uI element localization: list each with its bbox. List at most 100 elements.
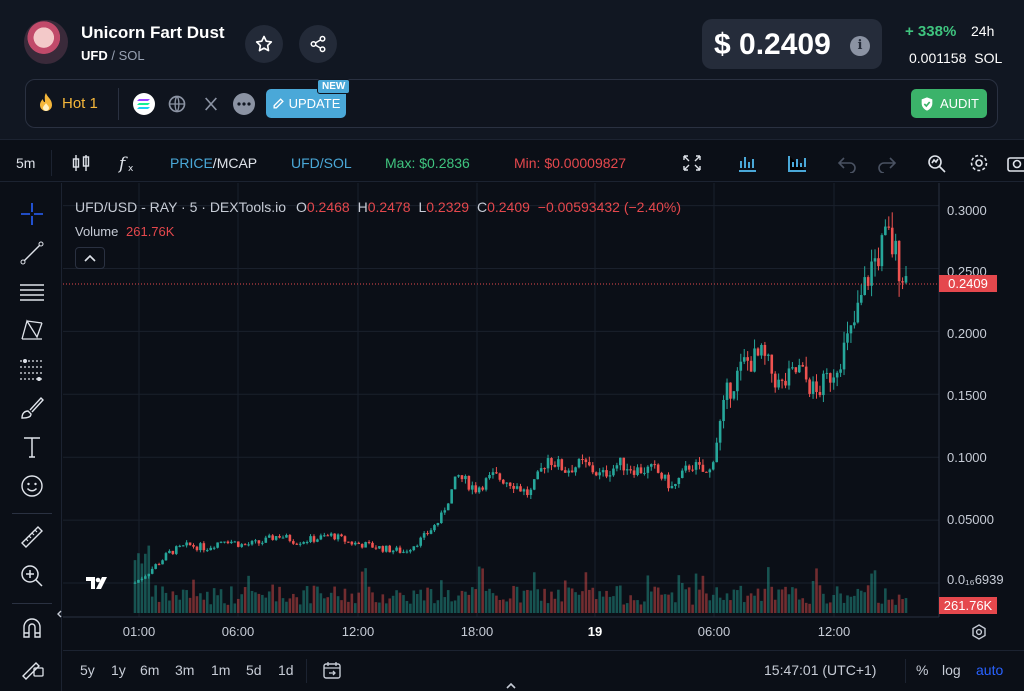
candle-body — [137, 579, 140, 583]
audit-button[interactable]: AUDIT — [911, 89, 987, 118]
fullscreen-icon[interactable] — [681, 153, 703, 173]
volume-bar — [822, 593, 825, 613]
candle-body — [271, 535, 274, 540]
candle-body — [746, 357, 749, 361]
brush-icon[interactable] — [19, 395, 45, 421]
pattern-tool-icon[interactable] — [19, 317, 45, 343]
candles-icon[interactable] — [70, 153, 92, 173]
candle-body — [515, 486, 519, 489]
star-icon — [255, 35, 273, 52]
lock-drawing-icon[interactable] — [19, 654, 45, 680]
info-icon[interactable]: i — [850, 36, 870, 56]
range-3m[interactable]: 3m — [175, 662, 194, 678]
chart-canvas[interactable] — [63, 183, 1024, 649]
text-tool-icon[interactable] — [19, 434, 45, 460]
volume-bar — [216, 595, 219, 613]
trend-line-icon[interactable] — [19, 240, 45, 266]
solana-link[interactable] — [133, 93, 155, 115]
candle-body — [801, 365, 805, 367]
scroll-left-icon[interactable] — [55, 609, 65, 619]
legend-open-label: O — [295, 199, 307, 215]
range-5y[interactable]: 5y — [80, 662, 95, 678]
screenshot-camera-icon[interactable] — [1006, 153, 1024, 173]
axis-settings-icon[interactable] — [970, 623, 988, 641]
clock-time[interactable]: 15:47:01 (UTC+1) — [764, 662, 876, 678]
volume-bar — [199, 593, 202, 613]
drawing-toolbar — [0, 183, 62, 691]
volume-bar — [150, 596, 154, 613]
interval-selector[interactable]: 5m — [16, 155, 35, 171]
range-1y[interactable]: 1y — [111, 662, 126, 678]
candle-body — [188, 542, 192, 546]
candle-body — [825, 373, 829, 375]
range-5d[interactable]: 5d — [246, 662, 262, 678]
pair-toggle[interactable]: UFD/SOL — [291, 155, 352, 171]
favorite-button[interactable] — [245, 25, 283, 63]
candle-body — [464, 475, 467, 480]
undo-icon[interactable] — [836, 153, 858, 173]
candle-body — [254, 540, 257, 542]
range-1m[interactable]: 1m — [211, 662, 230, 678]
alert-search-icon[interactable] — [926, 153, 948, 173]
website-link[interactable] — [166, 93, 188, 115]
magnet-icon[interactable] — [19, 615, 45, 641]
volume-bar — [302, 590, 305, 613]
candle-body — [715, 442, 718, 463]
volume-bar — [467, 594, 471, 613]
volume-bar — [574, 592, 577, 613]
volume-bar — [395, 590, 398, 613]
volume-bar — [185, 590, 188, 613]
ruler-icon[interactable] — [19, 524, 45, 550]
percent-scale-toggle[interactable]: % — [916, 662, 928, 678]
share-button[interactable] — [299, 25, 337, 63]
volume-bar — [371, 592, 374, 613]
buy-sell-markers-icon[interactable] — [736, 153, 758, 173]
redo-icon[interactable] — [876, 153, 898, 173]
volume-bar — [887, 599, 891, 613]
zoom-in-icon[interactable] — [19, 563, 45, 589]
collapse-legend-button[interactable] — [75, 247, 105, 269]
emoji-icon[interactable] — [19, 473, 45, 499]
candle-body — [343, 536, 347, 542]
candle-body — [305, 542, 309, 544]
more-links-button[interactable] — [233, 93, 255, 115]
trades-overlay-icon[interactable] — [786, 153, 808, 173]
candle-body — [185, 542, 188, 546]
hot-badge[interactable]: Hot 1 — [36, 92, 98, 114]
price-mcap-toggle[interactable]: PRICE/MCAP — [170, 155, 257, 171]
panel-expand-arrow-icon[interactable] — [505, 681, 517, 691]
candle-body — [849, 325, 853, 334]
volume-bar — [818, 585, 822, 613]
volume-bar — [691, 604, 694, 613]
price-chart[interactable]: UFD/USD - RAY · 5 · DEXTools.io O0.2468 … — [57, 183, 1024, 649]
toolbar-divider — [12, 603, 52, 604]
log-scale-toggle[interactable]: log — [942, 662, 961, 678]
candle-body — [360, 544, 364, 548]
candle-body — [550, 458, 553, 466]
max-price: Max: $0.2836 — [385, 155, 470, 171]
volume-bar — [491, 593, 495, 613]
horizontal-lines-icon[interactable] — [19, 279, 45, 305]
candle-body — [718, 421, 722, 443]
current-price-tag: 0.2409 — [939, 275, 997, 292]
volume-bar — [405, 600, 409, 613]
candle-body — [588, 462, 591, 466]
fib-retracement-icon[interactable] — [19, 356, 45, 382]
twitter-link[interactable] — [200, 93, 222, 115]
candle-body — [574, 467, 577, 473]
crosshair-icon[interactable] — [19, 201, 45, 227]
volume-bar — [508, 598, 512, 613]
candle-body — [226, 541, 230, 544]
volume-bar — [157, 601, 161, 613]
volume-bar — [360, 571, 364, 613]
candle-body — [168, 550, 171, 554]
range-6m[interactable]: 6m — [140, 662, 159, 678]
indicators-fx-icon[interactable]: fx — [118, 153, 140, 173]
auto-scale-toggle[interactable]: auto — [976, 662, 1003, 678]
settings-gear-icon[interactable] — [968, 153, 990, 173]
range-1d[interactable]: 1d — [278, 662, 294, 678]
volume-bar — [353, 603, 357, 613]
go-to-date-icon[interactable] — [321, 660, 343, 682]
volume-bar — [409, 603, 412, 613]
volume-bar — [178, 599, 182, 613]
